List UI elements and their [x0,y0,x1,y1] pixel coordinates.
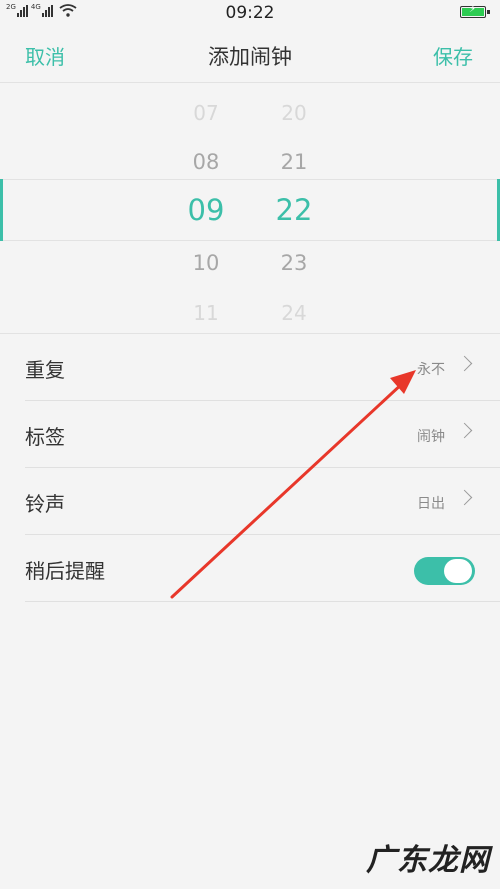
status-time: 09:22 [225,3,275,23]
minute-option[interactable]: 21 [264,150,324,174]
setting-row-snooze: 稍后提醒 [25,535,500,602]
settings-list: 重复 永不 标签 闹钟 铃声 日出 稍后提醒 [0,334,500,602]
chevron-right-icon [456,422,473,439]
minute-selected[interactable]: 22 [264,193,324,227]
setting-row-ringtone[interactable]: 铃声 日出 [25,468,500,535]
hour-option[interactable]: 08 [176,150,236,174]
status-bar: 2G 4G 09:22 ⚡ [0,0,500,28]
setting-row-label[interactable]: 标签 闹钟 [25,401,500,468]
toggle-knob [444,559,472,583]
charging-bolt-icon: ⚡ [469,4,477,15]
hour-option[interactable]: 07 [176,101,236,125]
snooze-toggle[interactable] [414,557,475,585]
chevron-right-icon [456,355,473,372]
setting-label: 铃声 [25,492,65,516]
time-picker[interactable]: 07 08 09 10 11 20 21 22 23 24 [0,82,500,334]
hour-option[interactable]: 10 [176,251,236,275]
setting-label: 稍后提醒 [25,559,105,583]
minute-option[interactable]: 20 [264,101,324,125]
nav-bar: 取消 添加闹钟 保存 [0,28,500,82]
selection-bottom-line [0,240,500,241]
selection-top-line [0,179,500,180]
page-title: 添加闹钟 [208,45,292,69]
minute-option[interactable]: 23 [264,251,324,275]
chevron-right-icon [456,489,473,506]
setting-value: 日出 [417,496,445,512]
setting-label: 重复 [25,358,65,382]
setting-row-repeat[interactable]: 重复 永不 [25,334,500,401]
hour-selected[interactable]: 09 [176,193,236,227]
selection-left-edge [0,179,3,241]
save-button[interactable]: 保存 [433,41,473,70]
setting-label: 标签 [25,425,65,449]
hour-option[interactable]: 11 [176,301,236,325]
setting-value: 永不 [417,362,445,378]
minute-option[interactable]: 24 [264,301,324,325]
battery-icon: ⚡ [460,4,490,18]
watermark-logo: 广东龙网 [366,843,490,878]
setting-value: 闹钟 [417,429,445,445]
